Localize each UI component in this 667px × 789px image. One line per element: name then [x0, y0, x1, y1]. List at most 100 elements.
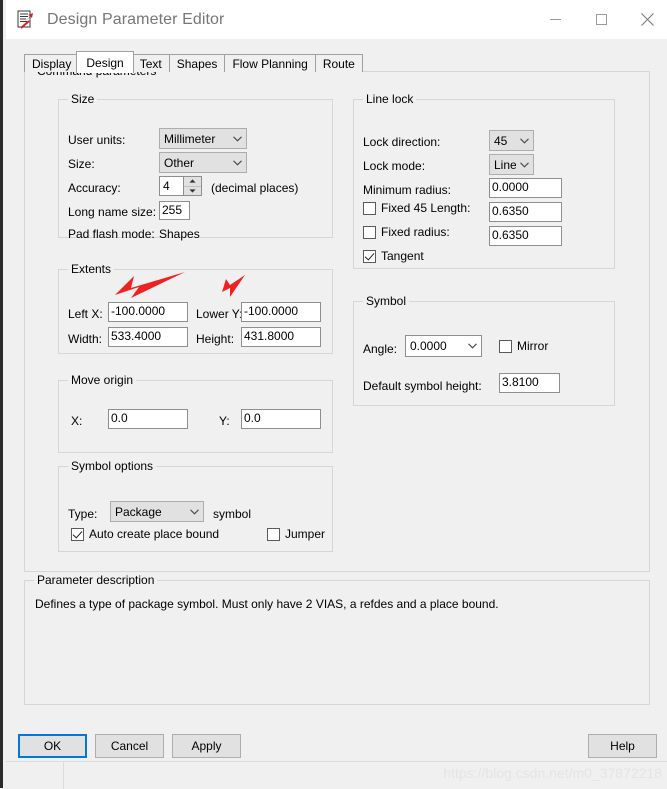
height-field[interactable]: 431.8000 [241, 327, 321, 347]
pad-flash-mode-label: Pad flash mode: [68, 227, 155, 241]
lower-y-field[interactable]: -100.0000 [241, 302, 321, 322]
title-bar: Design Parameter Editor [6, 0, 667, 39]
symbol-type-label: Type: [68, 507, 98, 521]
fixed-45-length-label: Fixed 45 Length: [381, 201, 471, 215]
line-lock-group-title: Line lock [363, 92, 417, 106]
move-origin-group: Move origin X: 0.0 Y: 0.0 [58, 373, 333, 453]
checkbox-box [363, 225, 376, 239]
move-origin-x-field[interactable]: 0.0 [108, 409, 188, 429]
extents-group: Extents Left X: -100.0000 Lower Y: -100.… [58, 262, 333, 354]
checkbox-box [499, 339, 512, 353]
parameter-description-group: Parameter description Defines a type of … [24, 573, 650, 705]
height-label: Height: [196, 332, 235, 346]
user-units-label: User units: [68, 133, 126, 147]
size-group: Size User units: Millimeter Size: Other … [58, 92, 333, 241]
tab-display[interactable]: Display [24, 54, 80, 72]
fixed-radius-input[interactable]: 0.6350 [489, 226, 562, 246]
chevron-down-icon [516, 137, 533, 144]
user-units-combo[interactable]: Millimeter [159, 128, 247, 149]
help-button[interactable]: Help [588, 734, 657, 758]
default-symbol-height-label: Default symbol height: [363, 379, 482, 393]
angle-combo[interactable]: 0.0000 [405, 335, 482, 357]
tangent-checkbox[interactable]: Tangent [363, 249, 424, 263]
chevron-down-icon [464, 343, 481, 349]
chevron-down-icon [186, 508, 203, 515]
mirror-label: Mirror [517, 339, 549, 353]
lock-direction-combo[interactable]: 45 [489, 130, 534, 151]
angle-label: Angle: [363, 342, 398, 356]
tab-text[interactable]: Text [131, 54, 170, 72]
cancel-button[interactable]: Cancel [95, 734, 164, 758]
user-units-value: Millimeter [164, 131, 216, 146]
fixed-45-length-input[interactable]: 0.6350 [489, 202, 562, 222]
auto-create-place-bound-checkbox[interactable]: Auto create place bound [71, 527, 219, 541]
default-symbol-height-input[interactable]: 3.8100 [499, 373, 560, 393]
left-x-label: Left X: [68, 307, 103, 321]
spin-down-icon[interactable] [184, 187, 201, 196]
symbol-group: Symbol Angle: 0.0000 Mirror Default symb… [353, 294, 615, 406]
move-origin-y-field[interactable]: 0.0 [241, 409, 321, 429]
lock-mode-combo[interactable]: Line [489, 154, 534, 175]
checkbox-box [71, 527, 84, 541]
minimum-radius-input[interactable]: 0.0000 [489, 178, 562, 198]
accuracy-stepper[interactable]: 4 [159, 176, 202, 196]
design-parameter-editor-window: Design Parameter Editor Display Design T… [0, 0, 667, 789]
jumper-checkbox[interactable]: Jumper [267, 527, 325, 541]
tab-strip: Display Design Text Shapes Flow Planning… [24, 51, 363, 73]
move-origin-x-label: X: [71, 414, 83, 428]
auto-create-place-bound-label: Auto create place bound [89, 527, 220, 541]
chevron-down-icon [516, 161, 533, 168]
checkbox-box [363, 201, 376, 215]
accuracy-suffix-label: (decimal places) [211, 181, 299, 195]
move-origin-group-title: Move origin [68, 373, 137, 387]
lock-mode-value: Line [494, 157, 516, 172]
minimum-radius-label: Minimum radius: [363, 183, 452, 197]
size-value: Other [164, 155, 195, 170]
minimize-icon[interactable] [532, 0, 578, 39]
maximize-icon[interactable] [578, 0, 624, 39]
angle-value: 0.0000 [410, 339, 447, 353]
tab-flow-planning[interactable]: Flow Planning [224, 54, 316, 72]
accuracy-value: 4 [163, 179, 170, 193]
checkbox-box [267, 527, 280, 541]
width-field[interactable]: 533.4000 [108, 327, 188, 347]
fixed-radius-label: Fixed radius: [381, 225, 450, 239]
parameter-description-text: Defines a type of package symbol. Must o… [35, 597, 499, 611]
lock-direction-label: Lock direction: [363, 135, 441, 149]
tab-route[interactable]: Route [314, 54, 363, 72]
spin-up-icon[interactable] [184, 177, 201, 187]
status-strip: https://blog.csdn.net/m0_37872218 [6, 761, 667, 789]
checkbox-box [363, 249, 376, 263]
jumper-label: Jumper [285, 527, 326, 541]
tab-shapes[interactable]: Shapes [168, 54, 226, 72]
long-name-size-input[interactable]: 255 [159, 201, 190, 220]
symbol-group-title: Symbol [363, 294, 410, 308]
design-parameter-editor-icon [15, 9, 37, 31]
size-combo[interactable]: Other [159, 152, 247, 173]
symbol-options-group-title: Symbol options [68, 459, 157, 473]
tab-design[interactable]: Design [76, 51, 134, 73]
left-x-field[interactable]: -100.0000 [108, 302, 188, 322]
parameter-description-title: Parameter description [34, 573, 158, 587]
accuracy-spin-buttons[interactable] [183, 177, 201, 195]
watermark-text: https://blog.csdn.net/m0_37872218 [443, 765, 662, 781]
size-field-label: Size: [68, 157, 95, 171]
symbol-type-value: Package [115, 504, 162, 519]
ok-button[interactable]: OK [18, 734, 87, 758]
close-icon[interactable] [624, 0, 667, 39]
lock-direction-value: 45 [494, 133, 508, 148]
pad-flash-mode-value: Shapes [159, 227, 200, 241]
move-origin-y-label: Y: [219, 414, 230, 428]
line-lock-group: Line lock Lock direction: 45 Lock mode: … [353, 92, 615, 269]
mirror-checkbox[interactable]: Mirror [499, 339, 548, 353]
width-label: Width: [68, 332, 103, 346]
lock-mode-label: Lock mode: [363, 159, 426, 173]
symbol-type-combo[interactable]: Package [110, 501, 204, 522]
fixed-45-length-checkbox[interactable]: Fixed 45 Length: [363, 201, 470, 215]
size-group-title: Size [68, 92, 98, 106]
fixed-radius-checkbox[interactable]: Fixed radius: [363, 225, 450, 239]
window-controls [532, 0, 667, 39]
apply-button[interactable]: Apply [172, 734, 241, 758]
window-title: Design Parameter Editor [47, 10, 225, 28]
accuracy-label: Accuracy: [68, 181, 121, 195]
